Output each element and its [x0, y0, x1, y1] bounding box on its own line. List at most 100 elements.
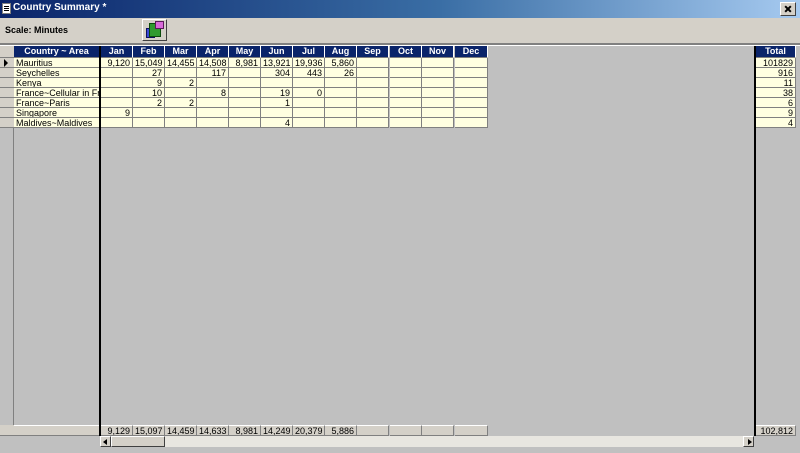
data-cell[interactable]: [390, 88, 422, 98]
horizontal-scrollbar[interactable]: [100, 436, 754, 447]
row-selector[interactable]: [0, 118, 14, 128]
data-cell[interactable]: [293, 108, 325, 118]
column-header-jul[interactable]: Jul: [293, 46, 325, 58]
data-cell[interactable]: [229, 68, 261, 78]
data-cell[interactable]: [422, 68, 454, 78]
data-cell[interactable]: 443: [293, 68, 325, 78]
data-cell[interactable]: 4: [261, 118, 293, 128]
column-header-sep[interactable]: Sep: [357, 46, 389, 58]
column-header-jun[interactable]: Jun: [261, 46, 293, 58]
data-cell[interactable]: [455, 118, 488, 128]
data-cell[interactable]: 14,455: [165, 58, 197, 68]
data-cell[interactable]: [293, 118, 325, 128]
data-cell[interactable]: [325, 118, 357, 128]
data-cell[interactable]: [165, 68, 197, 78]
scroll-right-button[interactable]: [743, 436, 754, 447]
data-cell[interactable]: [133, 118, 165, 128]
column-header-apr[interactable]: Apr: [197, 46, 229, 58]
data-cell[interactable]: 117: [197, 68, 229, 78]
grid-corner[interactable]: [0, 46, 14, 58]
data-cell[interactable]: [165, 88, 197, 98]
data-cell[interactable]: 2: [133, 98, 165, 108]
data-cell[interactable]: [325, 98, 357, 108]
row-selector[interactable]: [0, 88, 14, 98]
data-cell[interactable]: [422, 118, 454, 128]
data-cell[interactable]: [357, 78, 389, 88]
data-cell[interactable]: [357, 58, 389, 68]
data-cell[interactable]: [197, 78, 229, 88]
data-cell[interactable]: 9,120: [101, 58, 133, 68]
data-cell[interactable]: [229, 98, 261, 108]
data-cell[interactable]: 9: [101, 108, 133, 118]
row-total-cell[interactable]: 916: [756, 68, 796, 78]
data-cell[interactable]: [165, 108, 197, 118]
data-cell[interactable]: 10: [133, 88, 165, 98]
data-cell[interactable]: 13,921: [261, 58, 293, 68]
data-cell[interactable]: [390, 108, 422, 118]
row-total-cell[interactable]: 6: [756, 98, 796, 108]
data-cell[interactable]: [422, 98, 454, 108]
data-cell[interactable]: [357, 88, 389, 98]
row-selector[interactable]: [0, 78, 14, 88]
data-cell[interactable]: [165, 118, 197, 128]
column-header-aug[interactable]: Aug: [325, 46, 357, 58]
data-cell[interactable]: 0: [293, 88, 325, 98]
data-cell[interactable]: 15,049: [133, 58, 165, 68]
data-cell[interactable]: [229, 118, 261, 128]
row-selector[interactable]: [0, 58, 14, 68]
close-icon[interactable]: [780, 2, 796, 16]
data-cell[interactable]: [101, 118, 133, 128]
data-cell[interactable]: [390, 68, 422, 78]
row-name-cell[interactable]: Seychelles: [14, 68, 100, 78]
data-cell[interactable]: [455, 58, 488, 68]
data-cell[interactable]: 8,981: [229, 58, 261, 68]
data-cell[interactable]: [197, 98, 229, 108]
data-cell[interactable]: [229, 108, 261, 118]
data-cell[interactable]: [422, 78, 454, 88]
row-name-cell[interactable]: Kenya: [14, 78, 100, 88]
data-cell[interactable]: [422, 58, 454, 68]
row-total-cell[interactable]: 4: [756, 118, 796, 128]
column-header-dec[interactable]: Dec: [455, 46, 488, 58]
data-cell[interactable]: [197, 108, 229, 118]
data-cell[interactable]: 5,860: [325, 58, 357, 68]
data-cell[interactable]: [229, 78, 261, 88]
data-cell[interactable]: 304: [261, 68, 293, 78]
row-total-cell[interactable]: 38: [756, 88, 796, 98]
data-cell[interactable]: [455, 98, 488, 108]
data-cell[interactable]: [101, 98, 133, 108]
data-cell[interactable]: [390, 58, 422, 68]
row-selector[interactable]: [0, 108, 14, 118]
column-header-total[interactable]: Total: [756, 46, 796, 58]
column-header-feb[interactable]: Feb: [133, 46, 165, 58]
row-selector[interactable]: [0, 68, 14, 78]
data-cell[interactable]: [133, 108, 165, 118]
data-cell[interactable]: 9: [133, 78, 165, 88]
data-cell[interactable]: [455, 108, 488, 118]
data-cell[interactable]: [325, 78, 357, 88]
data-cell[interactable]: [390, 98, 422, 108]
chart-button[interactable]: [142, 19, 167, 41]
data-cell[interactable]: [101, 68, 133, 78]
row-total-cell[interactable]: 101829: [756, 58, 796, 68]
data-cell[interactable]: [293, 78, 325, 88]
data-cell[interactable]: [229, 88, 261, 98]
row-selector[interactable]: [0, 98, 14, 108]
column-header-jan[interactable]: Jan: [101, 46, 133, 58]
data-cell[interactable]: [422, 108, 454, 118]
data-cell[interactable]: [455, 78, 488, 88]
data-cell[interactable]: 26: [325, 68, 357, 78]
row-total-cell[interactable]: 11: [756, 78, 796, 88]
row-name-cell[interactable]: Mauritius: [14, 58, 100, 68]
data-cell[interactable]: [357, 118, 389, 128]
data-cell[interactable]: 8: [197, 88, 229, 98]
data-cell[interactable]: 14,508: [197, 58, 229, 68]
data-cell[interactable]: 19: [261, 88, 293, 98]
scroll-thumb[interactable]: [111, 436, 165, 447]
column-header-country-area[interactable]: Country ~ Area: [14, 46, 100, 58]
data-cell[interactable]: [390, 118, 422, 128]
scroll-left-button[interactable]: [100, 436, 111, 447]
row-name-cell[interactable]: Maldives~Maldives: [14, 118, 100, 128]
data-cell[interactable]: [325, 108, 357, 118]
data-cell[interactable]: [101, 88, 133, 98]
